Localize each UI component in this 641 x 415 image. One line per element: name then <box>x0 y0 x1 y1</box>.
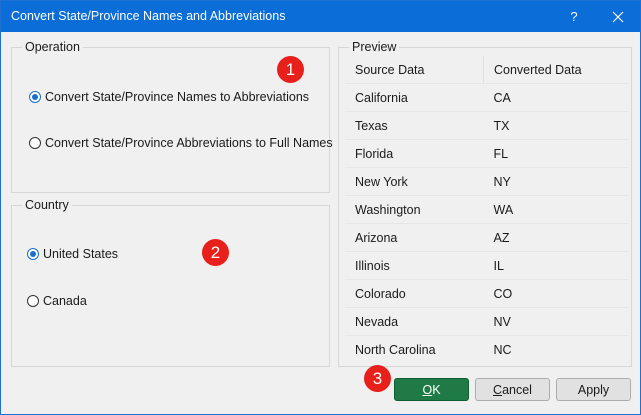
preview-group: Preview Source Data Converted Data Calif… <box>338 40 632 367</box>
preview-table: Source Data Converted Data California CA … <box>345 56 629 363</box>
converted-cell: NV <box>483 307 629 336</box>
ok-button-label: OK <box>422 382 441 397</box>
cancel-button[interactable]: Cancel <box>475 378 550 401</box>
table-row: North Carolina NC <box>345 336 629 364</box>
radio-label: Convert State/Province Abbreviations to … <box>45 136 333 150</box>
radio-label: Canada <box>43 294 87 308</box>
table-row: California CA <box>345 83 629 112</box>
source-cell: Nevada <box>345 307 484 336</box>
table-row: Washington WA <box>345 195 629 224</box>
radio-united-states[interactable]: United States <box>27 247 118 261</box>
source-cell: New York <box>345 167 484 196</box>
converted-cell: NC <box>493 342 512 357</box>
table-row: Texas TX <box>345 111 629 140</box>
title-bar: Convert State/Province Names and Abbrevi… <box>1 1 640 32</box>
source-cell: Colorado <box>345 279 484 308</box>
table-row: Florida FL <box>345 139 629 168</box>
country-group: Country United States Canada <box>11 198 330 367</box>
source-cell: Texas <box>345 111 484 140</box>
source-cell: California <box>345 83 484 112</box>
converted-cell: IL <box>483 251 629 280</box>
source-cell: Florida <box>345 139 484 168</box>
country-group-label: Country <box>22 198 72 212</box>
help-button[interactable]: ? <box>554 1 594 32</box>
table-header-row: Source Data Converted Data <box>345 56 629 84</box>
cancel-button-label: Cancel <box>493 382 532 397</box>
converted-cell: CA <box>483 83 629 112</box>
column-header-converted[interactable]: Converted Data <box>483 56 629 84</box>
table-row: New York NY <box>345 167 629 196</box>
radio-canada[interactable]: Canada <box>27 294 87 308</box>
dialog-window: Convert State/Province Names and Abbrevi… <box>0 0 641 415</box>
converted-cell: FL <box>483 139 629 168</box>
ok-button[interactable]: OK <box>394 378 469 401</box>
source-cell: Illinois <box>345 251 484 280</box>
step-badge-1: 1 <box>277 56 304 83</box>
table-row: Colorado CO <box>345 279 629 308</box>
table-row: Arizona AZ <box>345 223 629 252</box>
radio-button-selected[interactable] <box>27 248 39 260</box>
step-badge-2: 2 <box>202 239 229 266</box>
radio-button-unselected[interactable] <box>27 295 39 307</box>
window-title: Convert State/Province Names and Abbrevi… <box>11 9 286 23</box>
table-row: Nevada NV <box>345 307 629 336</box>
source-cell: Arizona <box>345 223 484 252</box>
step-badge-3: 3 <box>364 365 391 392</box>
converted-cell: AZ <box>483 223 629 252</box>
close-button[interactable] <box>598 1 638 32</box>
radio-abbreviations-to-full-names[interactable]: Convert State/Province Abbreviations to … <box>29 136 333 150</box>
radio-button-unselected[interactable] <box>29 137 41 149</box>
preview-group-label: Preview <box>349 40 400 54</box>
apply-button-label: Apply <box>577 382 610 397</box>
source-cell: Washington <box>345 195 484 224</box>
radio-label: Convert State/Province Names to Abbrevia… <box>45 90 310 104</box>
radio-label: United States <box>43 247 119 261</box>
radio-button-selected[interactable] <box>29 91 41 103</box>
help-icon: ? <box>570 9 578 24</box>
table-row: Illinois IL <box>345 251 629 280</box>
converted-cell: NY <box>483 167 629 196</box>
source-cell: North Carolina <box>355 342 436 357</box>
converted-cell: CO <box>483 279 629 308</box>
operation-group-label: Operation <box>22 40 83 54</box>
close-icon <box>612 11 624 22</box>
converted-cell: WA <box>483 195 629 224</box>
apply-button[interactable]: Apply <box>556 378 631 401</box>
radio-names-to-abbreviations[interactable]: Convert State/Province Names to Abbrevia… <box>29 90 309 104</box>
column-header-source[interactable]: Source Data <box>345 56 484 84</box>
converted-cell: TX <box>483 111 629 140</box>
